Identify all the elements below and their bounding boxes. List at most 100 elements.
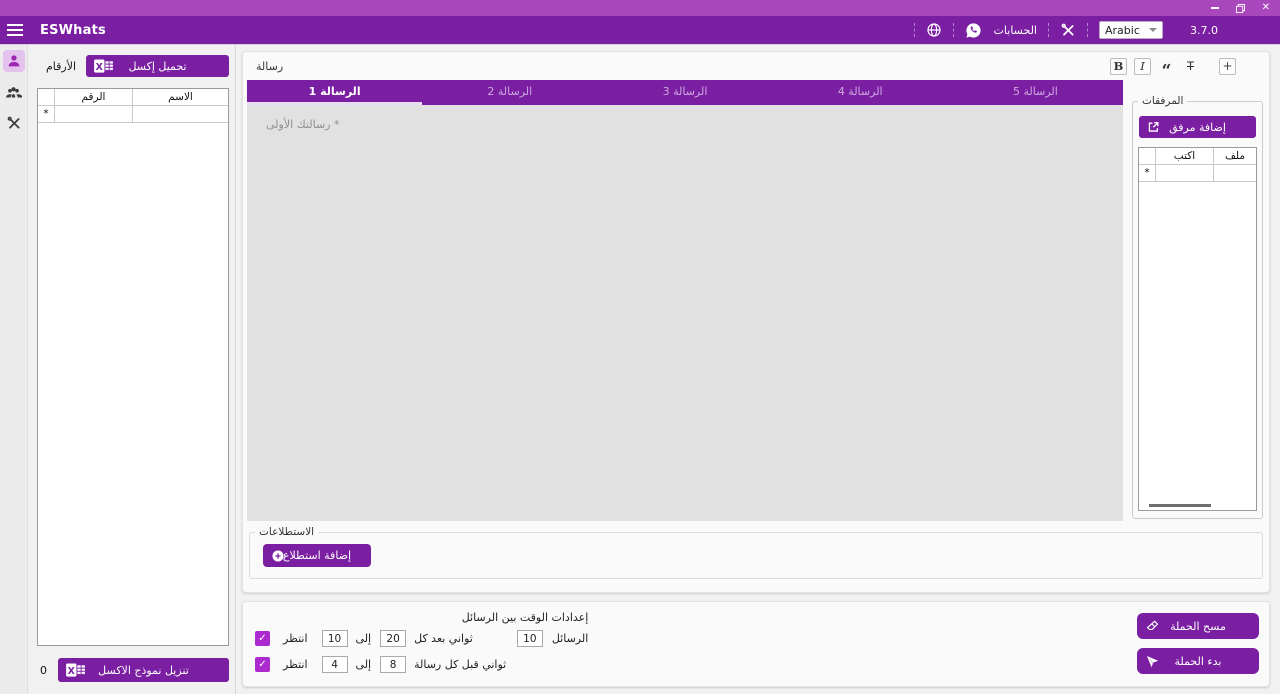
- minimize-icon: [1211, 7, 1219, 9]
- wait-after-to-input[interactable]: [380, 630, 406, 647]
- eraser-icon: [1145, 619, 1160, 634]
- name-cell[interactable]: [133, 106, 228, 122]
- message-card-body: الرسالة 1 الرسالة 2 الرسالة 3 الرسالة 4 …: [247, 80, 1265, 521]
- numbers-table[interactable]: الرقم الاسم *: [37, 88, 229, 646]
- clear-campaign-label: مسح الحملة: [1170, 620, 1226, 633]
- add-attachment-label: إضافة مرفق: [1169, 121, 1226, 134]
- tools-icon: [6, 115, 22, 131]
- load-excel-label: تحميل إكسل: [128, 60, 186, 73]
- wait-after-from-input[interactable]: [322, 630, 348, 647]
- strikethrough-button[interactable]: T: [1182, 58, 1199, 75]
- campaign-buttons: مسح الحملة بدء الحملة: [1137, 602, 1269, 686]
- message-group-label: رسالة: [256, 60, 283, 73]
- minimize-button[interactable]: [1211, 7, 1219, 9]
- row-header-cell: [38, 89, 55, 105]
- seconds-before-label: ثواني قبل كل رسالة: [414, 658, 506, 671]
- to-label: إلى: [356, 658, 372, 671]
- tab-message-4[interactable]: الرسالة 4: [773, 80, 948, 105]
- start-campaign-button[interactable]: بدء الحملة: [1137, 648, 1259, 674]
- numbers-count: 0: [37, 664, 50, 677]
- message-text-input[interactable]: [247, 105, 1123, 521]
- app-title: ESWhats: [40, 23, 106, 38]
- timing-row-after: ✓ انتظر إلى ثواني بعد كل الرسائل: [255, 627, 588, 650]
- svg-text:X: X: [68, 666, 76, 677]
- wait-before-from-input[interactable]: [322, 656, 348, 673]
- attachments-table-header: اكتب ملف: [1139, 148, 1256, 165]
- tab-message-5[interactable]: الرسالة 5: [948, 80, 1123, 105]
- column-header-type[interactable]: اكتب: [1156, 148, 1214, 164]
- chevron-down-icon: [1149, 28, 1157, 32]
- wait-before-to-input[interactable]: [380, 656, 406, 673]
- close-button[interactable]: ✕: [1262, 3, 1270, 13]
- bottom-panel: إعدادات الوقت بين الرسائل ✓ انتظر إلى ثو…: [242, 601, 1270, 687]
- message-card-header: رسالة B I “ T +: [247, 52, 1265, 80]
- table-row[interactable]: *: [38, 106, 228, 123]
- polls-group: الاستطلاعات إضافة استطلاع: [249, 532, 1263, 579]
- clear-campaign-button[interactable]: مسح الحملة: [1137, 613, 1259, 639]
- accounts-link[interactable]: الحسابات: [994, 24, 1037, 37]
- svg-text:X: X: [96, 62, 104, 73]
- column-header-file[interactable]: ملف: [1214, 148, 1256, 164]
- people-group-icon: [5, 84, 22, 101]
- excel-icon: X: [94, 59, 113, 74]
- tab-message-3[interactable]: الرسالة 3: [597, 80, 772, 105]
- type-cell[interactable]: [1156, 165, 1214, 181]
- separator: [953, 23, 954, 37]
- numbers-panel-footer: 0 X تنزيل نموذج الاكسل: [37, 658, 229, 682]
- whatsapp-icon[interactable]: [965, 22, 982, 39]
- tab-message-1[interactable]: الرسالة 1: [247, 80, 422, 105]
- add-poll-label: إضافة استطلاع: [283, 549, 351, 562]
- restore-icon: [1236, 4, 1245, 13]
- table-empty-area: [38, 123, 228, 645]
- tab-message-2[interactable]: الرسالة 2: [422, 80, 597, 105]
- italic-button[interactable]: I: [1134, 58, 1151, 75]
- tools-icon[interactable]: [1060, 22, 1076, 38]
- number-cell[interactable]: [55, 106, 133, 122]
- numbers-panel: الأرقام X تحميل إكسل الرقم الاسم *: [28, 45, 236, 694]
- globe-icon[interactable]: [926, 22, 942, 38]
- table-row[interactable]: *: [1139, 165, 1256, 182]
- sidebar-item-groups[interactable]: [3, 81, 25, 103]
- messages-count-input[interactable]: [517, 630, 543, 647]
- download-template-label: تنزيل نموذج الاكسل: [98, 664, 189, 677]
- seconds-after-label: ثواني بعد كل: [414, 632, 473, 645]
- polls-title: الاستطلاعات: [255, 526, 318, 538]
- timing-settings: إعدادات الوقت بين الرسائل ✓ انتظر إلى ثو…: [243, 602, 588, 686]
- column-header-name[interactable]: الاسم: [133, 89, 228, 105]
- message-card: رسالة B I “ T + الرسالة 1 الرسالة 2: [242, 51, 1270, 593]
- app-header: ESWhats الحسابات Arabic 3.7.0: [0, 16, 1280, 44]
- main-area: رسالة B I “ T + الرسالة 1 الرسالة 2: [236, 45, 1280, 694]
- timing-row-before: ✓ انتظر إلى ثواني قبل كل رسالة: [255, 653, 588, 676]
- send-icon: [1145, 654, 1160, 669]
- attachments-table[interactable]: اكتب ملف *: [1138, 147, 1257, 511]
- wait-label: انتظر: [283, 632, 308, 645]
- open-file-icon: [1147, 121, 1160, 134]
- horizontal-scrollbar[interactable]: [1149, 504, 1211, 507]
- messages-label: الرسائل: [552, 632, 588, 645]
- separator: [914, 23, 915, 37]
- plus-circle-icon: [271, 549, 285, 563]
- quote-button[interactable]: “: [1158, 58, 1175, 75]
- add-message-button[interactable]: +: [1219, 58, 1236, 75]
- language-select[interactable]: Arabic: [1099, 21, 1163, 39]
- wait-after-checkbox[interactable]: ✓: [255, 631, 270, 646]
- add-attachment-button[interactable]: إضافة مرفق: [1139, 116, 1256, 138]
- sidebar-item-tools[interactable]: [3, 112, 25, 134]
- person-icon: [6, 53, 22, 69]
- to-label: إلى: [356, 632, 372, 645]
- download-template-button[interactable]: X تنزيل نموذج الاكسل: [58, 658, 229, 682]
- wait-before-checkbox[interactable]: ✓: [255, 657, 270, 672]
- restore-button[interactable]: [1236, 4, 1245, 13]
- column-header-number[interactable]: الرقم: [55, 89, 133, 105]
- file-cell[interactable]: [1214, 165, 1256, 181]
- numbers-panel-header: الأرقام X تحميل إكسل: [37, 55, 229, 77]
- app-body: الأرقام X تحميل إكسل الرقم الاسم *: [0, 44, 1280, 694]
- add-poll-button[interactable]: إضافة استطلاع: [263, 544, 371, 567]
- bold-button[interactable]: B: [1110, 58, 1127, 75]
- eswhats-window: ✕ ESWhats الحسابات Arabic: [0, 0, 1280, 694]
- sidebar-item-contacts[interactable]: [3, 50, 25, 72]
- hamburger-menu-icon[interactable]: [7, 24, 23, 36]
- message-editor-column: الرسالة 1 الرسالة 2 الرسالة 3 الرسالة 4 …: [247, 80, 1123, 521]
- row-header-cell: [1139, 148, 1156, 164]
- load-excel-button[interactable]: X تحميل إكسل: [86, 55, 229, 77]
